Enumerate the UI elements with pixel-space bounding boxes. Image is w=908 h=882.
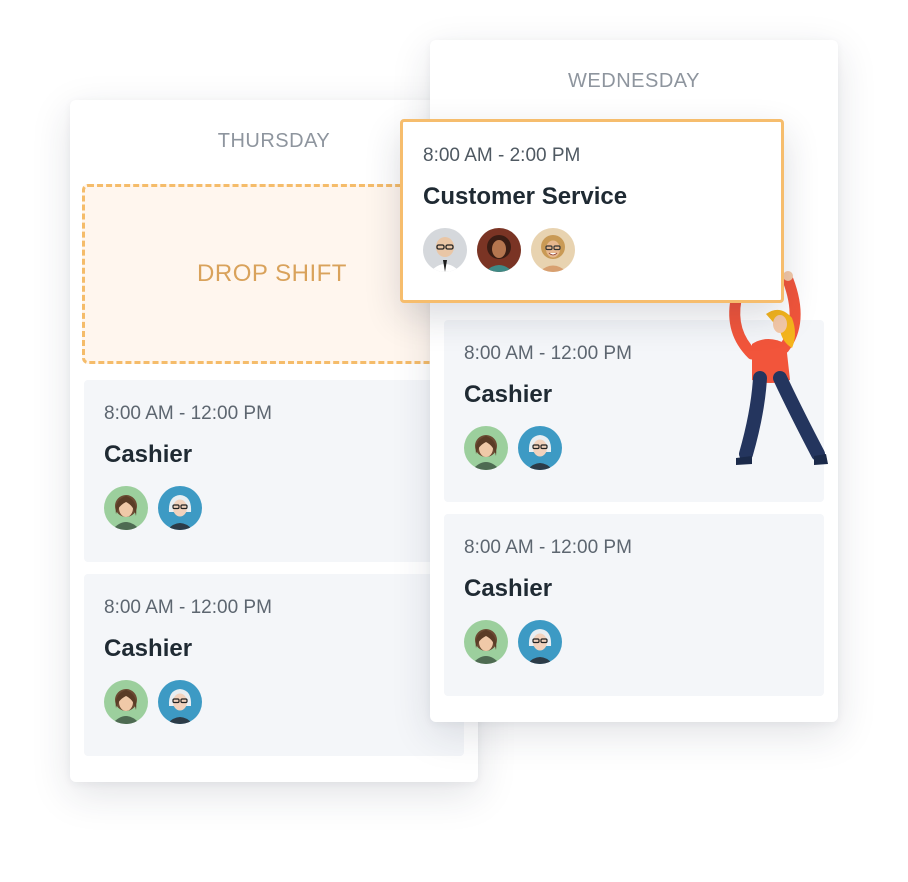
shift-role: Cashier xyxy=(104,441,193,468)
shift-card[interactable]: 8:00 AM - 12:00 PM Cashier xyxy=(84,574,464,756)
avatar-woman-green-icon[interactable] xyxy=(464,426,508,470)
avatar-woman-blue-icon[interactable] xyxy=(518,620,562,664)
avatar-woman-dark-icon[interactable] xyxy=(477,228,521,272)
avatar-woman-blue-icon[interactable] xyxy=(158,680,202,724)
shift-time: 8:00 AM - 12:00 PM xyxy=(104,403,272,424)
shift-role: Customer Service xyxy=(423,183,628,210)
shift-avatars xyxy=(423,228,761,272)
dragged-shift-card[interactable]: 8:00 AM - 2:00 PM Customer Service xyxy=(400,119,784,303)
shift-avatars xyxy=(104,486,444,530)
avatar-man-glasses-icon[interactable] xyxy=(423,228,467,272)
day-header-wednesday: WEDNESDAY xyxy=(568,70,700,92)
avatar-woman-laughing-icon[interactable] xyxy=(531,228,575,272)
avatar-woman-blue-icon[interactable] xyxy=(518,426,562,470)
shift-role: Cashier xyxy=(104,635,193,662)
shift-time: 8:00 AM - 2:00 PM xyxy=(423,145,581,166)
shift-role: Cashier xyxy=(464,575,553,602)
schedule-illustration: THURSDAY DROP SHIFT 8:00 AM - 12:00 PM C… xyxy=(0,0,908,882)
drop-shift-label: DROP SHIFT xyxy=(197,260,347,287)
avatar-woman-blue-icon[interactable] xyxy=(158,486,202,530)
avatar-woman-green-icon[interactable] xyxy=(104,680,148,724)
shift-card[interactable]: 8:00 AM - 12:00 PM Cashier xyxy=(84,380,464,562)
shift-time: 8:00 AM - 12:00 PM xyxy=(104,597,272,618)
avatar-woman-green-icon[interactable] xyxy=(104,486,148,530)
avatar-woman-green-icon[interactable] xyxy=(464,620,508,664)
shift-time: 8:00 AM - 12:00 PM xyxy=(464,537,632,558)
shift-avatars xyxy=(104,680,444,724)
shift-avatars xyxy=(464,620,804,664)
shift-card[interactable]: 8:00 AM - 12:00 PM Cashier xyxy=(444,514,824,696)
